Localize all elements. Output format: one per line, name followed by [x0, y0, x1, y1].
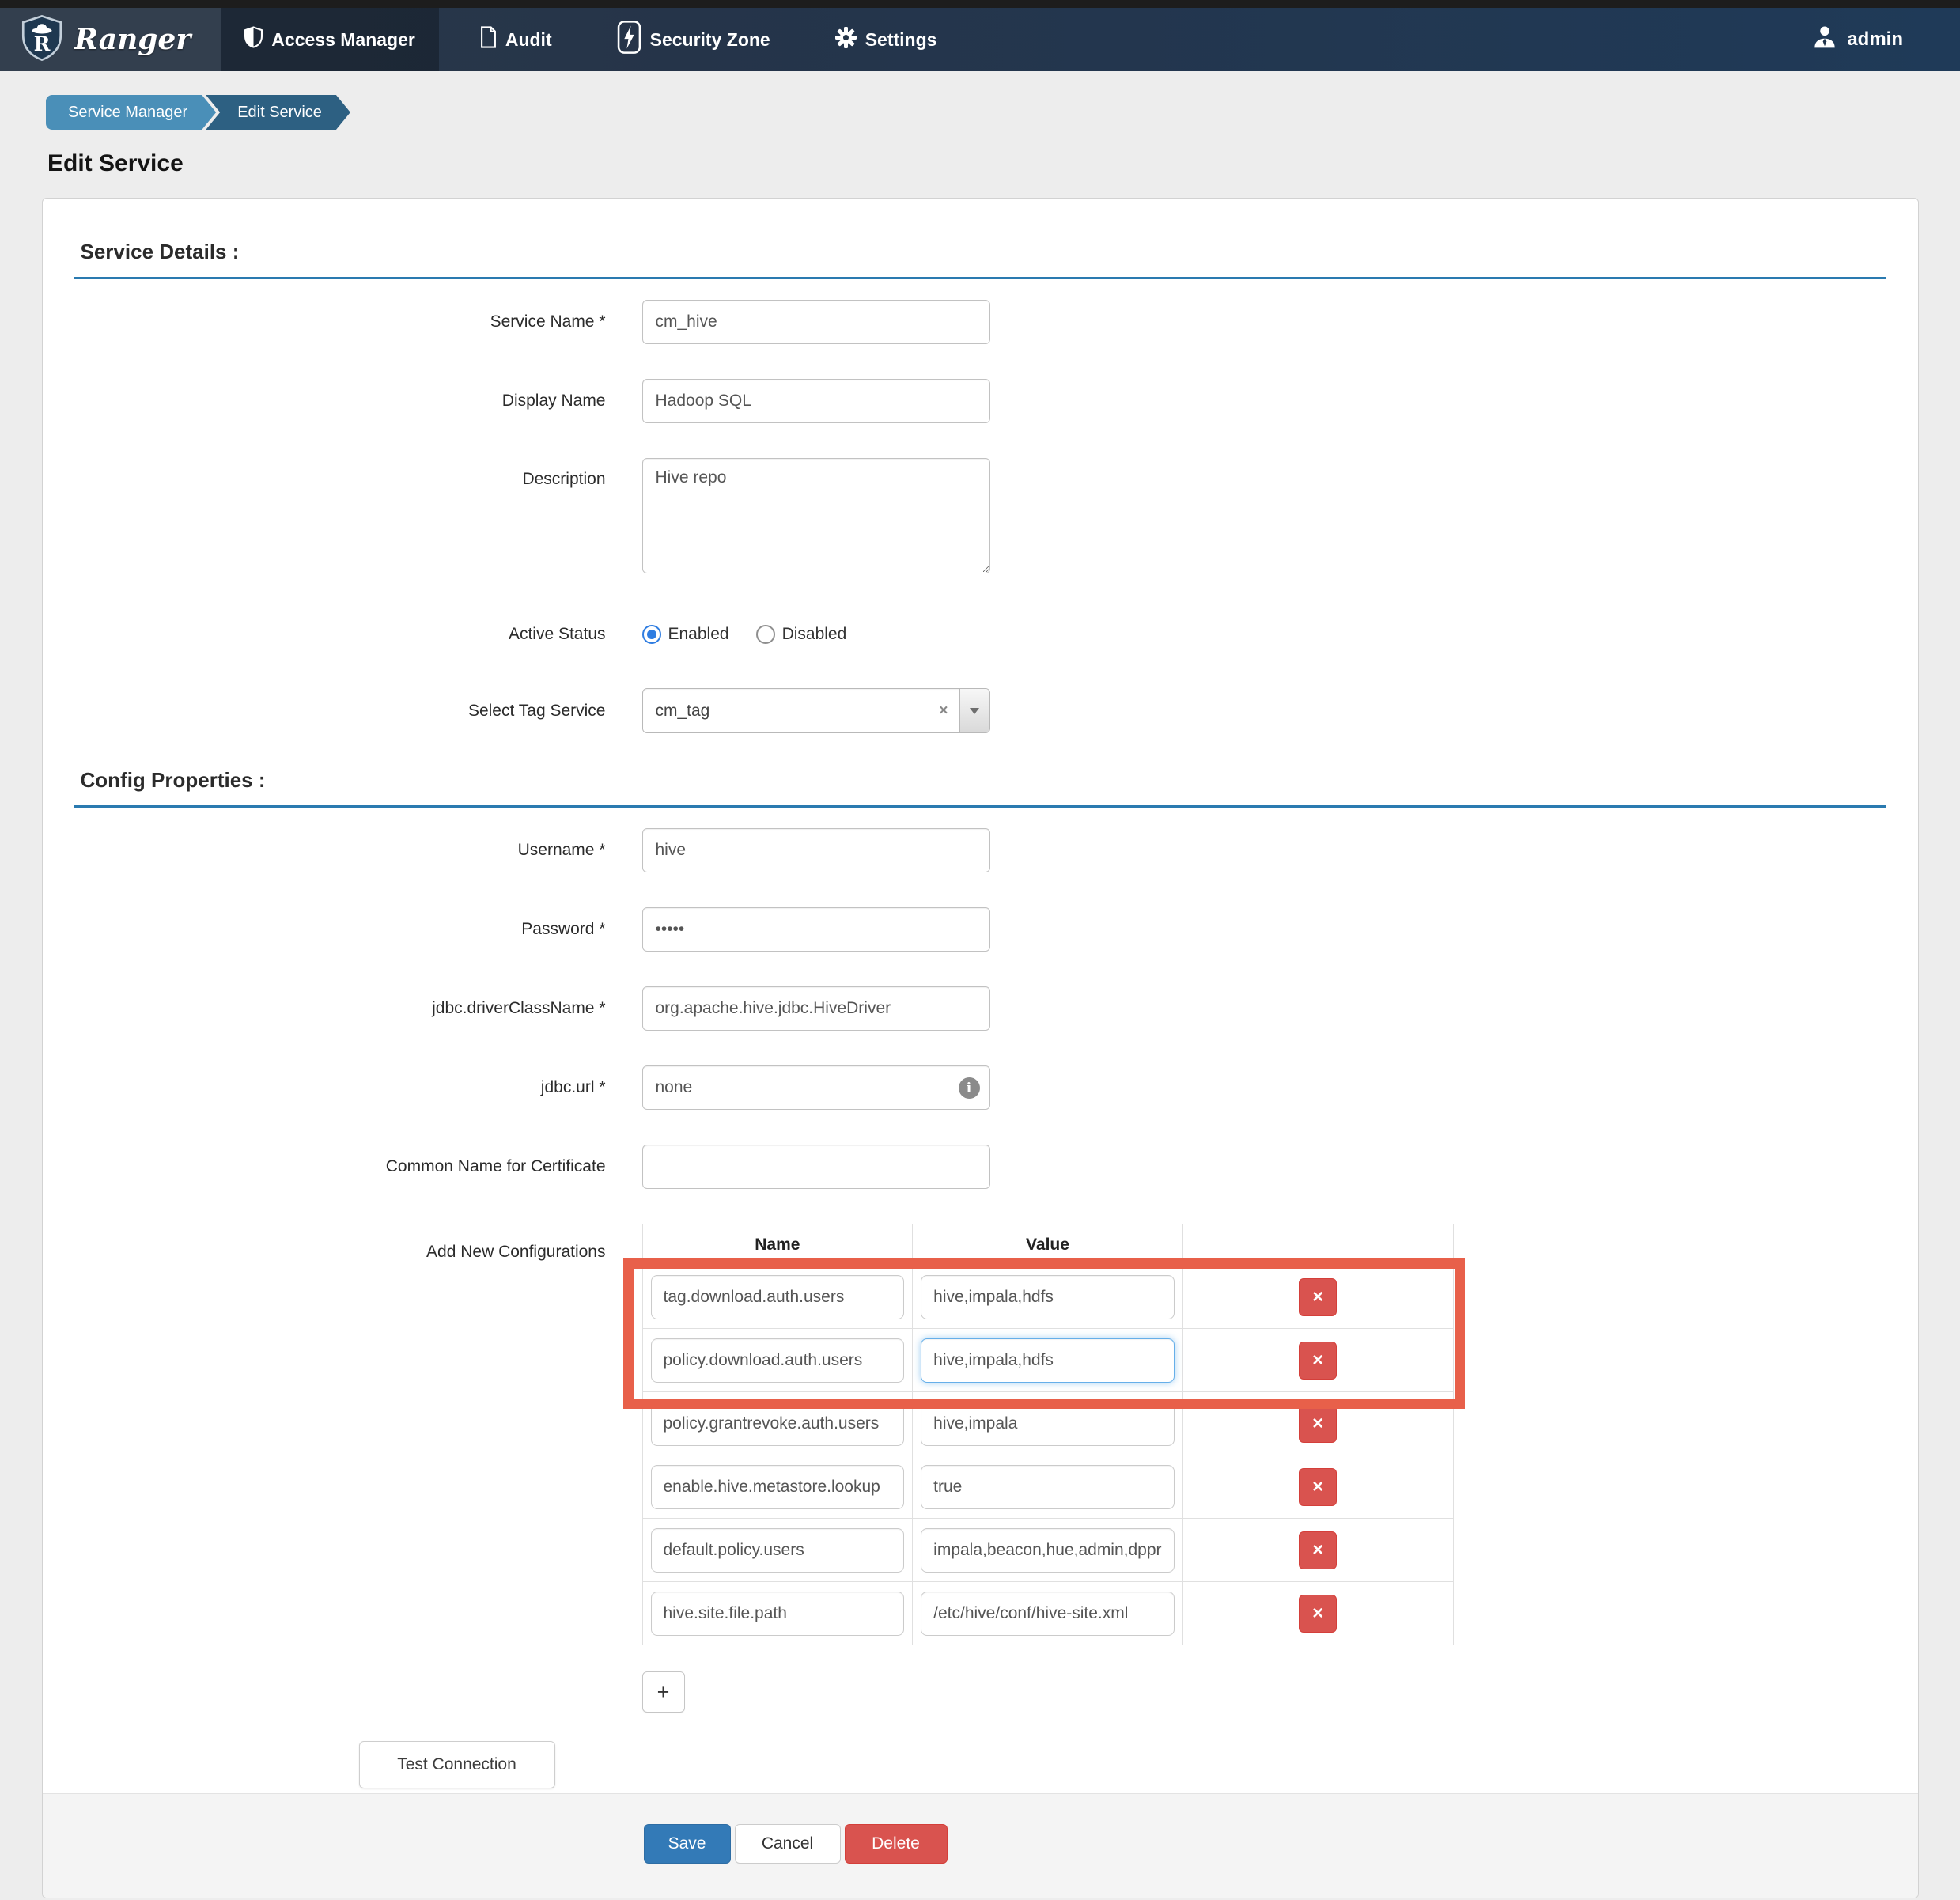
active-status-radio-group: Enabled Disabled	[642, 612, 847, 657]
radio-disabled-icon[interactable]	[756, 625, 775, 644]
config-value-input[interactable]	[921, 1338, 1175, 1383]
description-label: Description	[43, 458, 606, 489]
delete-button[interactable]: Delete	[845, 1824, 948, 1864]
common-name-label: Common Name for Certificate	[43, 1157, 606, 1176]
delete-row-button[interactable]: ×	[1299, 1405, 1337, 1443]
radio-enabled-icon[interactable]	[642, 625, 661, 644]
radio-disabled[interactable]: Disabled	[756, 625, 847, 644]
config-value-input[interactable]	[921, 1402, 1175, 1446]
config-table-row: ×	[642, 1266, 1453, 1329]
config-name-input[interactable]	[651, 1592, 905, 1636]
save-button[interactable]: Save	[644, 1824, 731, 1864]
tag-service-select[interactable]: cm_tag ×	[642, 688, 990, 733]
config-name-header: Name	[642, 1224, 913, 1266]
delete-row-button[interactable]: ×	[1299, 1531, 1337, 1569]
config-table-row: ×	[642, 1392, 1453, 1455]
section-divider	[74, 805, 1886, 808]
ranger-logo-icon: R	[21, 15, 63, 65]
config-value-input[interactable]	[921, 1528, 1175, 1573]
service-details-heading: Service Details :	[81, 199, 1886, 264]
common-name-input[interactable]	[642, 1145, 990, 1189]
gear-icon	[835, 27, 857, 53]
config-table-row: ×	[642, 1455, 1453, 1519]
config-name-input[interactable]	[651, 1402, 905, 1446]
test-connection-button[interactable]: Test Connection	[359, 1741, 555, 1788]
edit-service-form: Service Details : Service Name * Display…	[42, 198, 1919, 1898]
ranger-brand[interactable]: R Ranger	[0, 8, 221, 71]
user-icon	[1812, 25, 1837, 55]
config-table-row: ×	[642, 1329, 1453, 1392]
tag-service-value: cm_tag	[643, 702, 710, 721]
config-value-header: Value	[913, 1224, 1183, 1266]
dropdown-arrow-icon[interactable]	[959, 689, 989, 732]
section-divider	[74, 277, 1886, 279]
service-name-input[interactable]	[642, 300, 990, 344]
config-table-row: ×	[642, 1582, 1453, 1645]
nav-user-menu[interactable]: admin	[1812, 8, 1903, 71]
tag-service-label: Select Tag Service	[43, 702, 606, 721]
nav-security-zone[interactable]: Security Zone	[593, 8, 794, 71]
config-table-wrap: Name Value × × × × × ×	[642, 1224, 1454, 1645]
config-value-input[interactable]	[921, 1465, 1175, 1509]
nav-label: Settings	[865, 29, 937, 51]
breadcrumb-service-manager[interactable]: Service Manager	[46, 95, 216, 130]
jdbc-url-label: jdbc.url *	[43, 1078, 606, 1097]
config-name-input[interactable]	[651, 1338, 905, 1383]
nav-settings[interactable]: Settings	[812, 8, 961, 71]
delete-row-button[interactable]: ×	[1299, 1468, 1337, 1506]
delete-row-button[interactable]: ×	[1299, 1595, 1337, 1633]
page-title: Edit Service	[47, 150, 1960, 177]
form-actions-bar: Save Cancel Delete	[43, 1793, 1918, 1898]
config-name-input[interactable]	[651, 1275, 905, 1319]
delete-row-button[interactable]: ×	[1299, 1278, 1337, 1316]
display-name-input[interactable]	[642, 379, 990, 423]
nav-access-manager[interactable]: Access Manager	[221, 8, 439, 71]
display-name-label: Display Name	[43, 392, 606, 411]
zone-bolt-icon	[617, 20, 641, 59]
config-name-input[interactable]	[651, 1528, 905, 1573]
document-icon	[480, 26, 497, 53]
username-input[interactable]	[642, 828, 990, 872]
brand-name: Ranger	[74, 23, 191, 56]
config-value-input[interactable]	[921, 1275, 1175, 1319]
config-table-row: ×	[642, 1519, 1453, 1582]
navbar: R Ranger Access Manager Audit	[0, 8, 1960, 71]
radio-enabled[interactable]: Enabled	[642, 625, 729, 644]
config-rows: × × × × × ×	[642, 1266, 1453, 1645]
breadcrumb: Service Manager Edit Service	[46, 95, 1960, 130]
add-new-configurations-label: Add New Configurations	[43, 1224, 606, 1262]
jdbc-driver-input[interactable]	[642, 986, 990, 1031]
svg-text:R: R	[34, 31, 51, 55]
active-status-label: Active Status	[43, 625, 606, 644]
jdbc-url-input[interactable]	[642, 1065, 990, 1110]
jdbc-driver-label: jdbc.driverClassName *	[43, 999, 606, 1018]
nav-label: Security Zone	[650, 29, 770, 51]
password-input[interactable]	[642, 907, 990, 952]
top-strip	[0, 0, 1960, 8]
clear-icon[interactable]: ×	[928, 702, 959, 720]
config-table: Name Value × × × × × ×	[642, 1224, 1454, 1645]
nav-audit[interactable]: Audit	[456, 8, 576, 71]
radio-disabled-label: Disabled	[782, 625, 847, 644]
add-config-button[interactable]: +	[642, 1671, 685, 1713]
password-label: Password *	[43, 920, 606, 939]
service-name-label: Service Name *	[43, 312, 606, 331]
nav-label: Audit	[505, 29, 552, 51]
config-value-input[interactable]	[921, 1592, 1175, 1636]
description-textarea[interactable]: Hive repo	[642, 458, 990, 573]
breadcrumb-edit-service[interactable]: Edit Service	[206, 95, 350, 130]
username-label: admin	[1847, 28, 1903, 51]
shield-icon	[244, 26, 263, 53]
nav-label: Access Manager	[271, 29, 415, 51]
radio-enabled-label: Enabled	[668, 625, 729, 644]
config-properties-heading: Config Properties :	[81, 760, 1886, 793]
cancel-button[interactable]: Cancel	[735, 1824, 841, 1864]
delete-row-button[interactable]: ×	[1299, 1342, 1337, 1380]
username-label: Username *	[43, 841, 606, 860]
config-action-header	[1182, 1224, 1453, 1266]
config-name-input[interactable]	[651, 1465, 905, 1509]
